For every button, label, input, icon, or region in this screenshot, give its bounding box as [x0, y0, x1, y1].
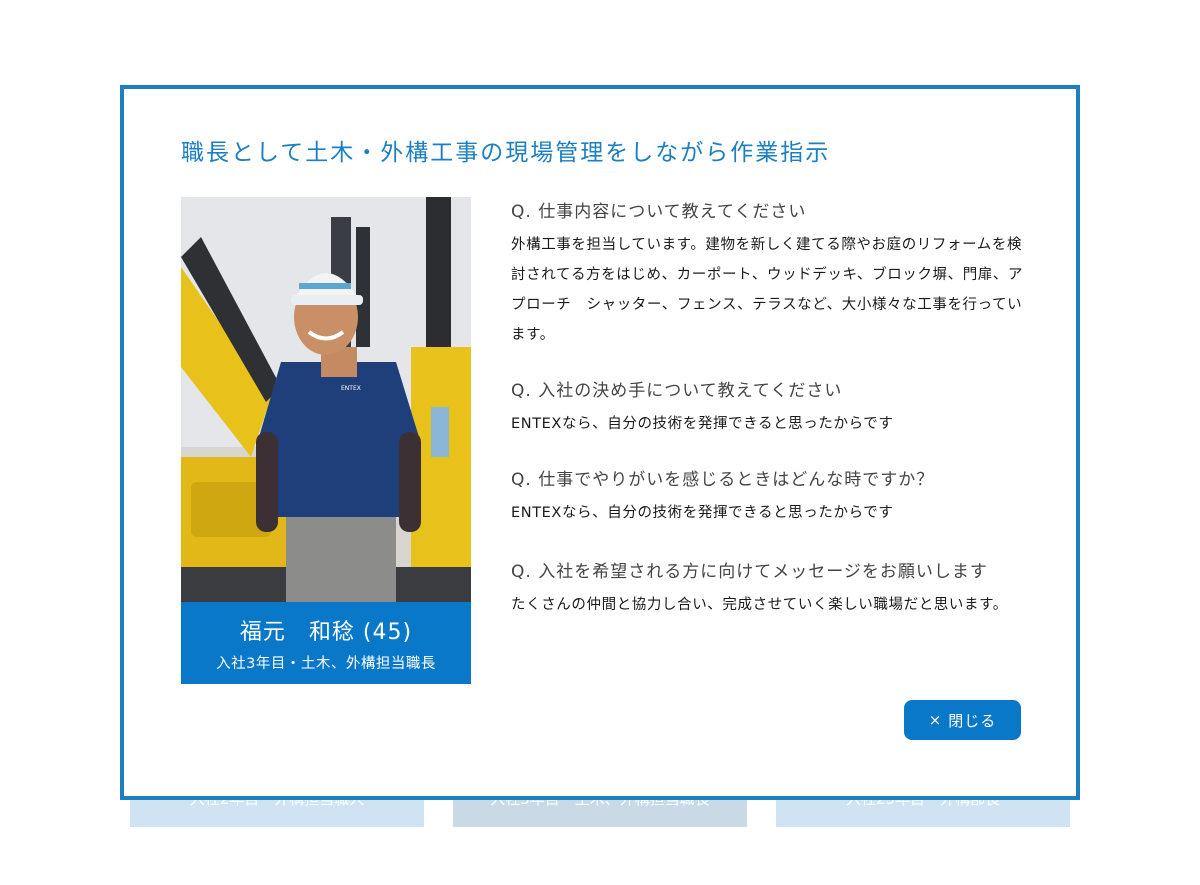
- modal-title: 職長として土木・外構工事の現場管理をしながら作業指示: [181, 140, 831, 166]
- interview-modal: 職長として土木・外構工事の現場管理をしながら作業指示 ENTEX 福元 和稔 (…: [120, 85, 1080, 800]
- qa-question: Q. 入社を希望される方に向けてメッセージをお願いします: [511, 562, 988, 582]
- qa-question: Q. 仕事内容について教えてください: [511, 202, 807, 222]
- qa-question: Q. 入社の決め手について教えてください: [511, 381, 843, 401]
- close-button[interactable]: × 閉じる: [904, 700, 1021, 740]
- svg-text:ENTEX: ENTEX: [341, 385, 361, 392]
- qa-answer: ENTEXなら、自分の技術を発揮できると思ったからです: [511, 505, 894, 521]
- qa-answer: 外構工事を担当しています。建物を新しく建てる際やお庭のリフォームを検討されてる方…: [511, 237, 1024, 343]
- qa-item: Q. 入社の決め手について教えてください ENTEXなら、自分の技術を発揮できる…: [511, 376, 1031, 439]
- person-role: 入社3年目・土木、外構担当職長: [216, 656, 436, 672]
- qa-item: Q. 仕事内容について教えてください 外構工事を担当しています。建物を新しく建て…: [511, 197, 1031, 350]
- qa-question: Q. 仕事でやりがいを感じるときはどんな時ですか？: [511, 470, 935, 490]
- profile-photo: ENTEX: [181, 197, 471, 602]
- profile-card: ENTEX 福元 和稔 (45) 入社3年目・土木、外構担当職長: [181, 197, 471, 684]
- qa-item: Q. 入社を希望される方に向けてメッセージをお願いします たくさんの仲間と協力し…: [511, 557, 1031, 620]
- qa-answer: たくさんの仲間と協力し合い、完成させていく楽しい職場だと思います。: [511, 597, 1008, 613]
- close-button-label: 閉じる: [948, 711, 997, 730]
- name-plate: 福元 和稔 (45) 入社3年目・土木、外構担当職長: [181, 602, 471, 684]
- person-name: 福元 和稔 (45): [239, 620, 413, 645]
- qa-item: Q. 仕事でやりがいを感じるときはどんな時ですか？ ENTEXなら、自分の技術を…: [511, 465, 1031, 528]
- qa-answer: ENTEXなら、自分の技術を発揮できると思ったからです: [511, 416, 894, 432]
- close-icon: ×: [928, 711, 943, 729]
